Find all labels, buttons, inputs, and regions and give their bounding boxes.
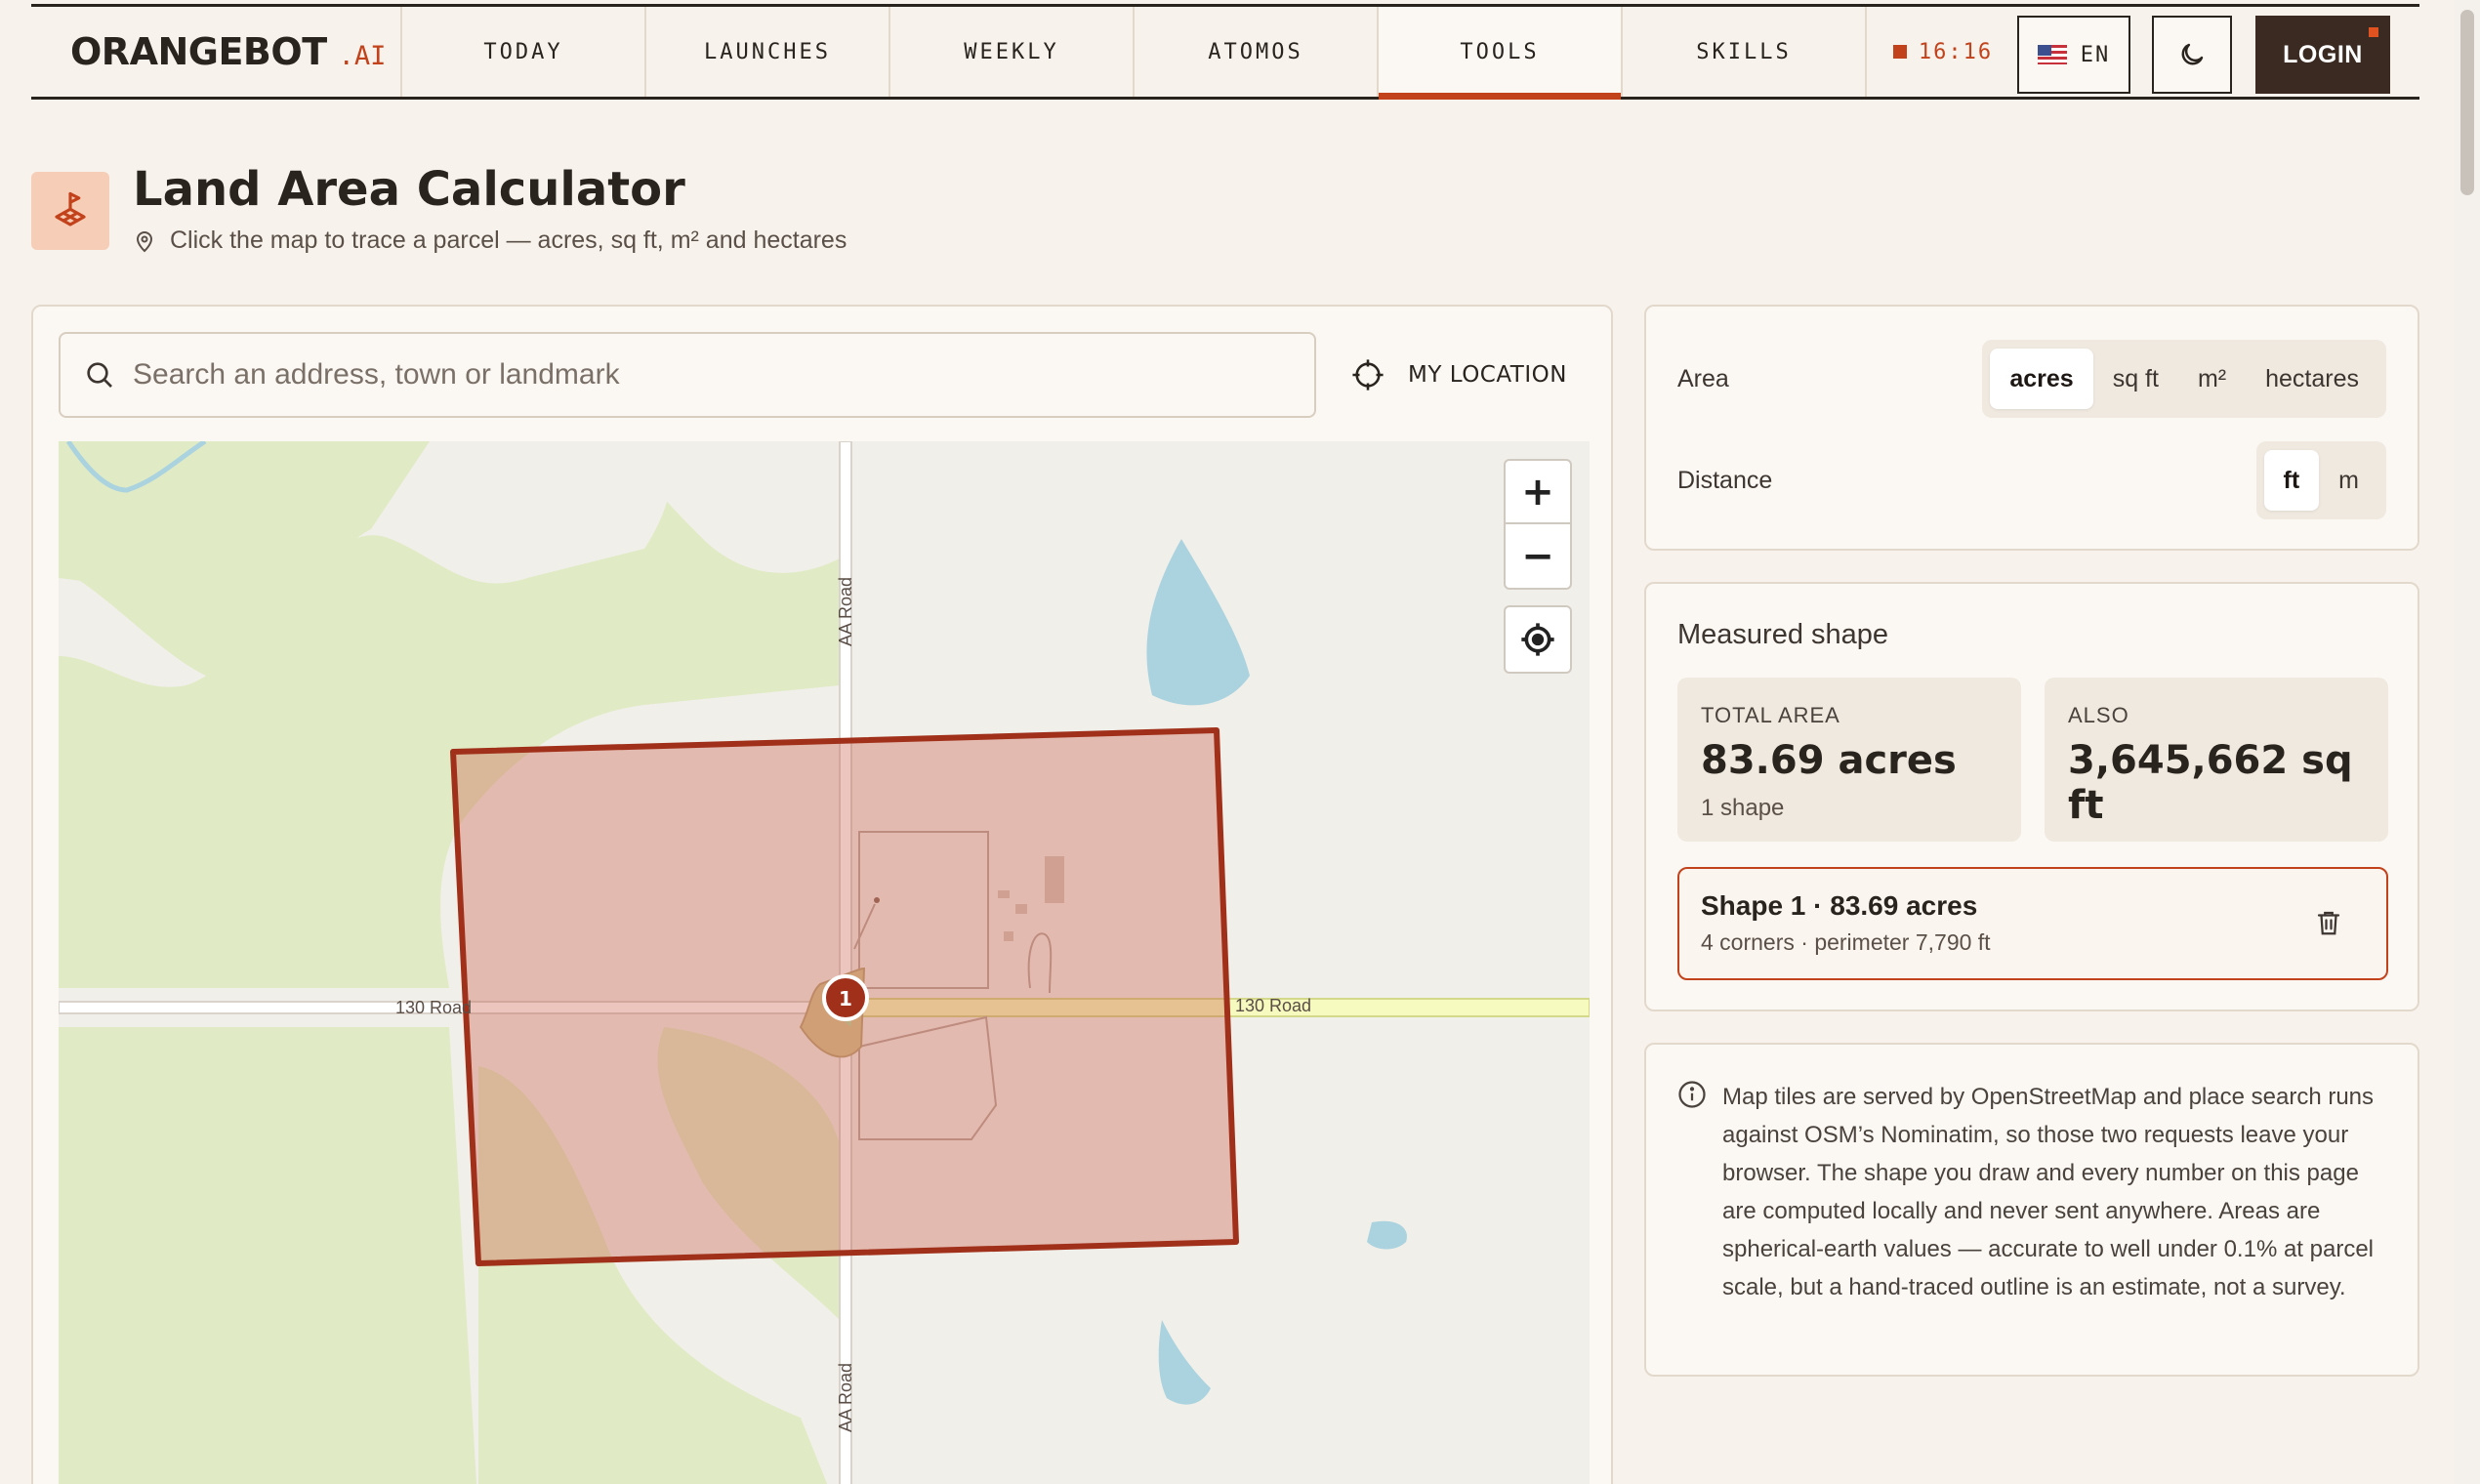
language-button[interactable]: EN	[2017, 16, 2130, 94]
login-label: LOGIN	[2283, 40, 2363, 68]
locate-icon	[1521, 623, 1554, 656]
page-scrollbar[interactable]	[2455, 0, 2480, 1484]
measured-shape-panel: Measured shape TOTAL AREA 83.69 acres 1 …	[1644, 582, 2419, 1011]
brand-name: ORANGEBOT	[70, 30, 327, 73]
area-option-sqft[interactable]: sq ft	[2093, 349, 2178, 409]
info-icon	[1678, 1081, 1706, 1108]
locate-button[interactable]	[1504, 605, 1572, 674]
theme-toggle-button[interactable]	[2152, 16, 2232, 94]
also-area-card: ALSO 3,645,662 sq ft	[2045, 678, 2388, 842]
top-nav: ORANGEBOT .AI TODAY LAUNCHES WEEKLY ATOM…	[31, 4, 2419, 100]
units-panel: Area acres sq ft m² hectares Distance ft…	[1644, 305, 2419, 551]
clock: 16:16	[1867, 7, 2019, 97]
brand-logo[interactable]: ORANGEBOT .AI	[31, 7, 402, 97]
map-tiles: AA Road 130 Road 130 Road AA Road 1	[59, 441, 1590, 1484]
area-option-acres[interactable]: acres	[1990, 349, 2093, 409]
map-pin-icon	[136, 230, 153, 252]
login-button[interactable]: LOGIN	[2255, 16, 2390, 94]
also-label: ALSO	[2068, 703, 2129, 727]
trash-icon[interactable]	[2314, 906, 2343, 939]
land-tool-icon	[31, 172, 109, 250]
tab-skills[interactable]: SKILLS	[1623, 7, 1867, 97]
measured-shape-title: Measured shape	[1677, 619, 1889, 650]
area-unit-label: Area	[1677, 365, 1729, 392]
moon-icon	[2181, 43, 2204, 65]
also-value: 3,645,662 sq ft	[2068, 738, 2353, 828]
area-unit-selector: acres sq ft m² hectares	[1982, 340, 2386, 418]
vertex-number: 1	[839, 987, 852, 1010]
clock-time: 16:16	[1918, 39, 1994, 64]
road-label: 130 Road	[1235, 996, 1311, 1015]
tab-today[interactable]: TODAY	[402, 7, 646, 97]
map-canvas[interactable]: AA Road 130 Road 130 Road AA Road 1 + −	[59, 441, 1590, 1484]
search-icon	[87, 362, 112, 388]
zoom-out-button[interactable]: −	[1506, 524, 1570, 588]
tab-weekly[interactable]: WEEKLY	[890, 7, 1135, 97]
road-label: AA Road	[836, 577, 855, 646]
total-area-card: TOTAL AREA 83.69 acres 1 shape	[1677, 678, 2021, 842]
search-input[interactable]	[133, 358, 1314, 392]
shape-list-item[interactable]: Shape 1 · 83.69 acres 4 corners · perime…	[1677, 867, 2388, 980]
road-label: AA Road	[836, 1363, 855, 1432]
tab-atomos[interactable]: ATOMOS	[1135, 7, 1379, 97]
my-location-button[interactable]: MY LOCATION	[1351, 332, 1567, 418]
distance-option-ft[interactable]: ft	[2263, 450, 2320, 511]
total-area-value: 83.69 acres	[1701, 738, 1957, 783]
tab-tools[interactable]: TOOLS	[1379, 7, 1623, 100]
live-dot-icon	[1892, 45, 1907, 59]
shape-item-meta: 4 corners · perimeter 7,790 ft	[1701, 929, 1991, 955]
privacy-info-panel: Map tiles are served by OpenStreetMap an…	[1644, 1043, 2419, 1377]
total-area-label: TOTAL AREA	[1701, 703, 1840, 727]
distance-option-m[interactable]: m	[2319, 450, 2378, 511]
zoom-controls: + −	[1504, 459, 1572, 590]
scrollbar-thumb[interactable]	[2460, 10, 2474, 195]
page-subtitle: Click the map to trace a parcel — acres,…	[133, 227, 847, 255]
zoom-in-button[interactable]: +	[1506, 461, 1570, 524]
subtitle-text: Click the map to trace a parcel — acres,…	[170, 227, 847, 254]
area-option-hectares[interactable]: hectares	[2246, 349, 2378, 409]
shape-count: 1 shape	[1701, 795, 1785, 821]
info-text: Map tiles are served by OpenStreetMap an…	[1722, 1084, 2375, 1300]
shape-item-title: Shape 1 · 83.69 acres	[1701, 890, 1978, 921]
language-label: EN	[2080, 42, 2111, 67]
distance-unit-selector: ft m	[2255, 441, 2386, 519]
search-box[interactable]	[59, 332, 1316, 418]
brand-suffix: .AI	[338, 40, 387, 71]
page-title: Land Area Calculator	[133, 162, 685, 217]
us-flag-icon	[2037, 45, 2067, 64]
map-panel: MY LOCATION	[31, 305, 1613, 1484]
tab-launches[interactable]: LAUNCHES	[646, 7, 890, 97]
crosshair-icon	[1352, 359, 1384, 391]
area-option-m2[interactable]: m²	[2178, 349, 2246, 409]
distance-unit-label: Distance	[1677, 467, 1773, 494]
notification-dot-icon	[2369, 27, 2378, 37]
road-label: 130 Road	[395, 998, 472, 1017]
my-location-label: MY LOCATION	[1408, 362, 1567, 388]
